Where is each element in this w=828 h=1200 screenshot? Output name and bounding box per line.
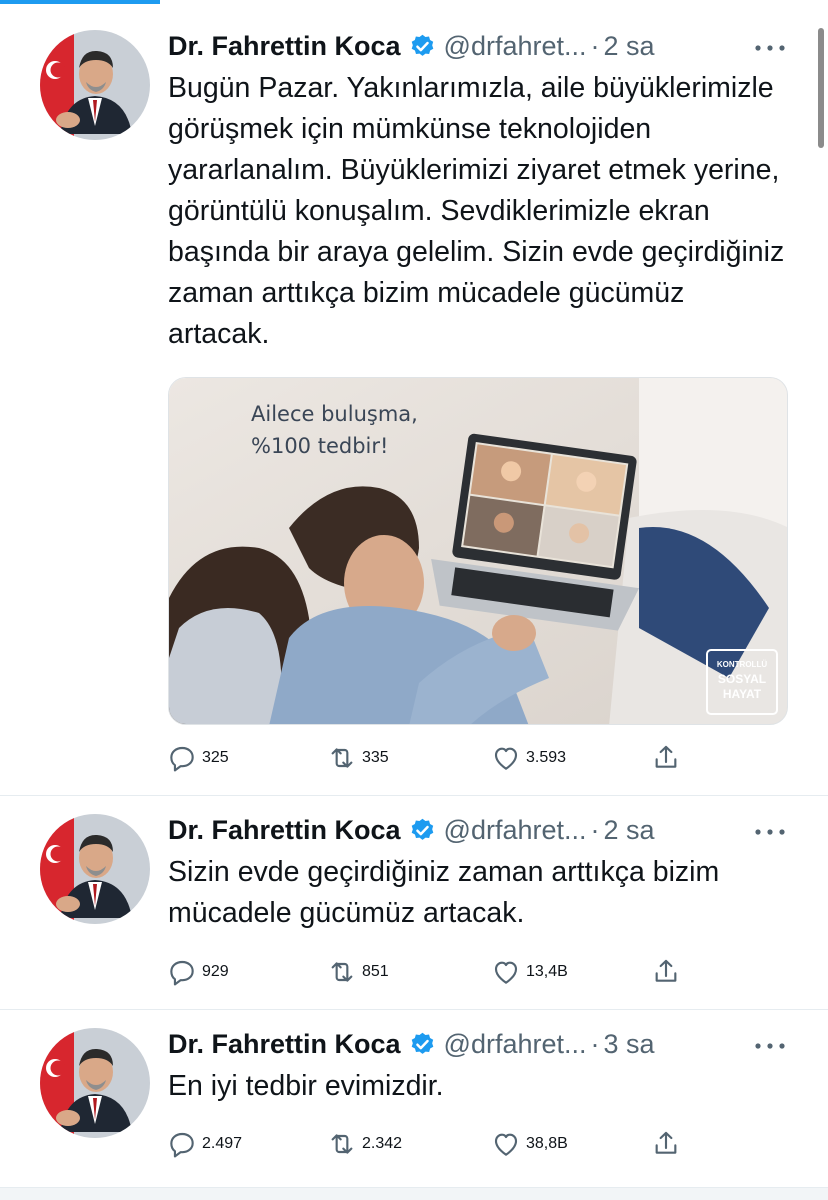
like-button[interactable]: 3.593 bbox=[490, 740, 566, 776]
image-badge-line3: HAYAT bbox=[722, 687, 762, 701]
tweet-header: Dr. Fahrettin Koca @drfahret... · 2 sa bbox=[168, 810, 788, 850]
separator: · bbox=[590, 1028, 600, 1059]
share-icon bbox=[655, 959, 677, 982]
like-count: 38,8B bbox=[526, 1135, 568, 1152]
reply-button[interactable]: 929 bbox=[166, 954, 229, 990]
heart-icon bbox=[494, 961, 518, 984]
verified-badge-icon bbox=[409, 817, 436, 844]
timestamp[interactable]: 2 sa bbox=[604, 815, 655, 846]
retweet-count: 335 bbox=[362, 749, 389, 766]
verified-badge-icon bbox=[409, 33, 436, 60]
timestamp[interactable]: 3 sa bbox=[604, 1029, 655, 1060]
image-caption-line2: %100 tedbir! bbox=[251, 434, 389, 458]
retweet-icon bbox=[331, 1134, 353, 1154]
more-icon[interactable] bbox=[752, 1036, 788, 1056]
verified-badge-icon bbox=[409, 1031, 436, 1058]
reply-icon bbox=[170, 746, 194, 772]
tweet[interactable]: Dr. Fahrettin Koca @drfahret... · 2 sa B… bbox=[0, 14, 828, 796]
tweet-text: Sizin evde geçirdiğiniz zaman arttıkça b… bbox=[168, 856, 720, 929]
avatar[interactable] bbox=[40, 1028, 150, 1138]
tweet-header: Dr. Fahrettin Koca @drfahret... · 3 sa bbox=[168, 1024, 788, 1064]
separator: · bbox=[590, 30, 600, 61]
share-icon bbox=[655, 745, 677, 768]
reply-button[interactable]: 325 bbox=[166, 740, 229, 776]
retweet-icon bbox=[331, 962, 353, 982]
reply-icon bbox=[170, 960, 194, 986]
image-badge-line2: SOSYAL bbox=[717, 672, 767, 686]
author-name[interactable]: Dr. Fahrettin Koca bbox=[168, 31, 401, 62]
reply-count: 929 bbox=[202, 963, 229, 980]
author-handle[interactable]: @drfahret... bbox=[444, 815, 587, 846]
tweet-image[interactable]: Ailece buluşma, %100 tedbir! KONTROLLÜ S… bbox=[168, 377, 788, 725]
retweet-button[interactable]: 335 bbox=[326, 740, 389, 776]
timestamp[interactable]: 2 sa bbox=[604, 31, 655, 62]
author-handle[interactable]: @drfahret... bbox=[444, 31, 587, 62]
author-handle[interactable]: @drfahret... bbox=[444, 1029, 587, 1060]
share-icon bbox=[655, 1131, 677, 1154]
more-icon[interactable] bbox=[752, 822, 788, 842]
retweet-icon bbox=[331, 748, 353, 768]
tweet-text: Bugün Pazar. Yakınlarımızla, aile büyükl… bbox=[168, 72, 785, 350]
retweet-button[interactable]: 851 bbox=[326, 954, 389, 990]
share-button[interactable] bbox=[650, 954, 682, 990]
like-button[interactable]: 13,4B bbox=[490, 954, 568, 990]
like-count: 3.593 bbox=[526, 749, 567, 766]
heart-icon bbox=[494, 747, 518, 770]
author-name[interactable]: Dr. Fahrettin Koca bbox=[168, 815, 401, 846]
share-button[interactable] bbox=[650, 740, 682, 776]
reply-icon bbox=[170, 1132, 194, 1158]
timeline-tab-indicator bbox=[0, 0, 160, 4]
like-count: 13,4B bbox=[526, 963, 568, 980]
image-caption-line1: Ailece buluşma, bbox=[251, 402, 418, 426]
separator: · bbox=[590, 814, 600, 845]
share-button[interactable] bbox=[650, 1126, 682, 1162]
heart-icon bbox=[494, 1133, 518, 1156]
retweet-button[interactable]: 2.342 bbox=[326, 1126, 402, 1162]
retweet-count: 2.342 bbox=[362, 1135, 403, 1152]
tweet[interactable]: Dr. Fahrettin Koca @drfahret... · 2 sa S… bbox=[0, 798, 828, 1010]
reply-count: 2.497 bbox=[202, 1135, 243, 1152]
retweet-count: 851 bbox=[362, 963, 389, 980]
reply-button[interactable]: 2.497 bbox=[166, 1126, 242, 1162]
tweet-text: En iyi tedbir evimizdir. bbox=[168, 1070, 444, 1102]
tweet-header: Dr. Fahrettin Koca @drfahret... · 2 sa bbox=[168, 26, 788, 66]
more-icon[interactable] bbox=[752, 38, 788, 58]
image-badge-line1: KONTROLLÜ bbox=[716, 660, 768, 669]
avatar[interactable] bbox=[40, 30, 150, 140]
author-name[interactable]: Dr. Fahrettin Koca bbox=[168, 1029, 401, 1060]
like-button[interactable]: 38,8B bbox=[490, 1126, 568, 1162]
timeline-footer bbox=[0, 1188, 828, 1200]
tweet[interactable]: Dr. Fahrettin Koca @drfahret... · 3 sa E… bbox=[0, 1012, 828, 1188]
avatar[interactable] bbox=[40, 814, 150, 924]
reply-count: 325 bbox=[202, 749, 229, 766]
